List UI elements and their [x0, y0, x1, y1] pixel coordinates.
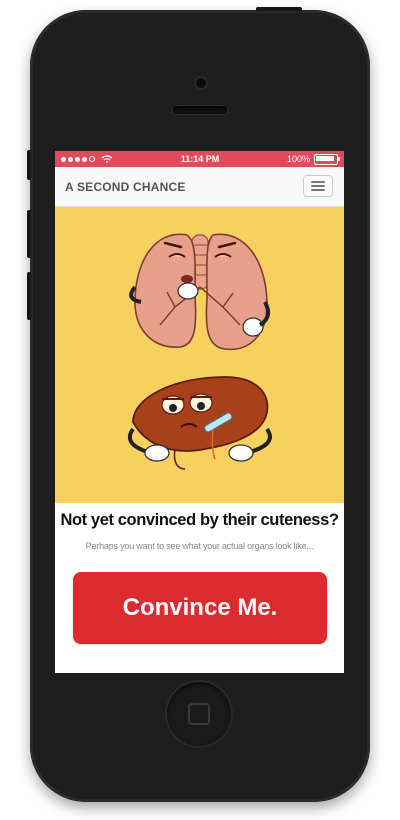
signal-strength — [61, 155, 113, 163]
volume-down-button — [27, 272, 31, 320]
hamburger-menu-icon[interactable] — [303, 175, 333, 197]
mute-switch — [27, 150, 31, 180]
home-square-icon — [188, 703, 210, 725]
phone-screen: 11:14 PM 100% A SECOND CHANCE Not yet co… — [55, 151, 344, 673]
battery-percent: 100% — [286, 154, 310, 164]
battery-icon — [314, 153, 340, 165]
volume-up-button — [27, 210, 31, 258]
hero-illustration — [55, 207, 344, 503]
wifi-icon — [101, 155, 113, 163]
signal-dot-empty-icon — [89, 156, 95, 162]
cartoon-liver-icon — [128, 376, 272, 470]
signal-dot-icon — [82, 156, 87, 162]
subline: Perhaps you want to see what your actual… — [85, 541, 314, 551]
signal-dot-icon — [75, 156, 80, 162]
navbar: A SECOND CHANCE — [55, 167, 344, 207]
earpiece-speaker — [173, 106, 227, 114]
status-time: 11:14 PM — [180, 154, 220, 164]
signal-dot-icon — [61, 156, 66, 162]
signal-dot-icon — [68, 156, 73, 162]
front-camera-icon — [196, 78, 206, 88]
brand-title[interactable]: A SECOND CHANCE — [65, 180, 186, 194]
power-button — [256, 7, 302, 11]
convince-me-button[interactable]: Convince Me. — [73, 572, 327, 644]
headline: Not yet convinced by their cuteness? — [60, 511, 339, 529]
battery-indicator: 100% — [286, 153, 340, 165]
home-button[interactable] — [167, 682, 231, 746]
status-bar: 11:14 PM 100% — [55, 151, 344, 167]
